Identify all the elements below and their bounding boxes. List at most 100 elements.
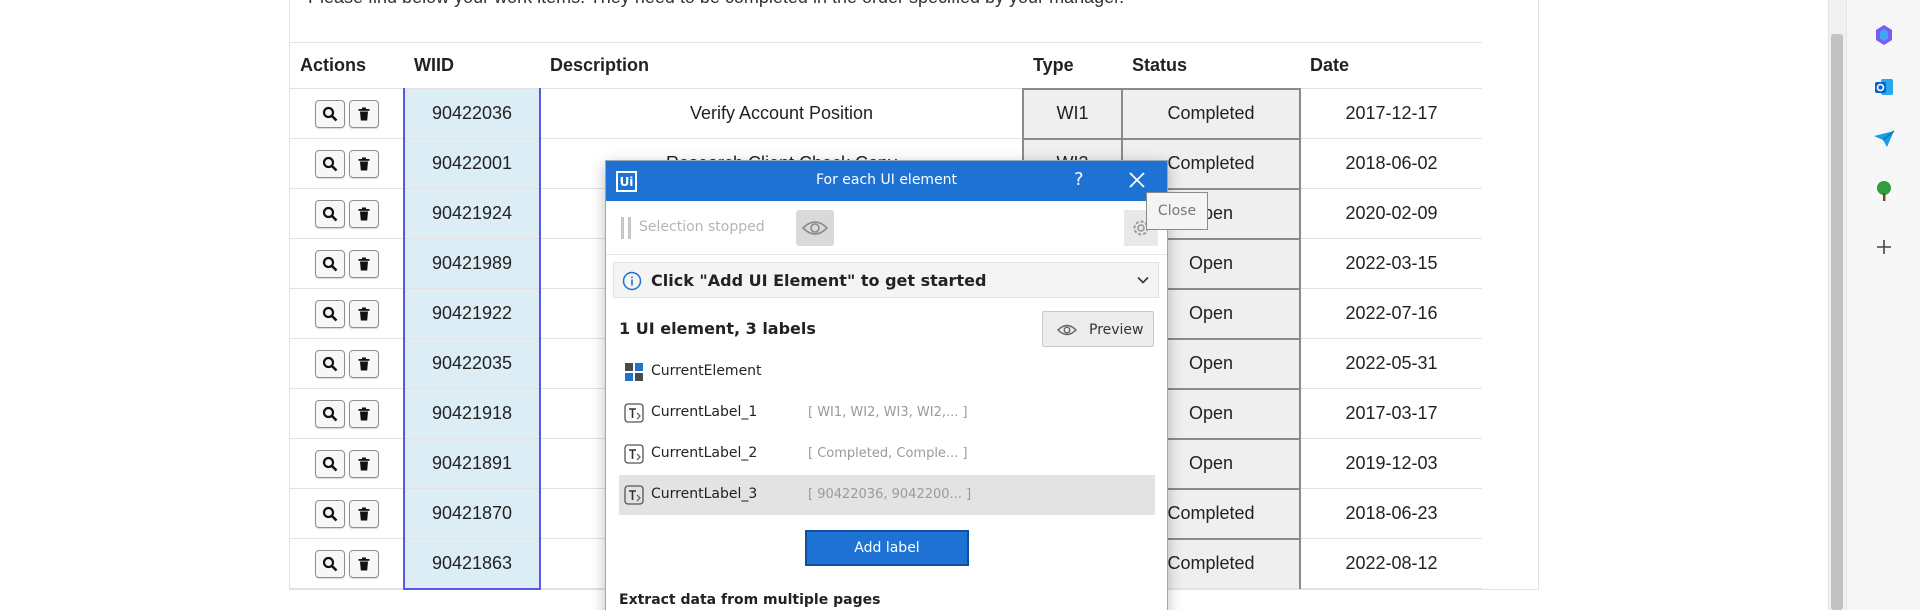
date-cell: 2022-05-31	[1300, 338, 1482, 389]
ui-element-name: CurrentLabel_1	[651, 404, 758, 420]
ui-element-row[interactable]: CurrentLabel_1 [ WI1, WI2, WI3, WI2,... ]	[619, 393, 1155, 433]
outlook-icon[interactable]	[1865, 68, 1903, 106]
delete-button[interactable]	[348, 499, 379, 528]
delete-button[interactable]	[348, 149, 379, 178]
trash-icon	[358, 357, 369, 370]
table-row: 90422036 Verify Account Position WI1 Comple…	[290, 87, 1482, 140]
delete-button[interactable]	[348, 349, 379, 378]
search-icon	[322, 506, 337, 521]
preview-toggle-button[interactable]	[796, 210, 834, 246]
delete-button[interactable]	[348, 299, 379, 328]
copilot-icon[interactable]	[1865, 16, 1903, 54]
table-header-row: Actions WIID Description Type Status Dat…	[290, 42, 1482, 89]
wiid-cell[interactable]: 90422001	[403, 138, 541, 189]
view-button[interactable]	[314, 549, 345, 578]
tree-icon[interactable]	[1865, 172, 1903, 210]
extract-data-heading[interactable]: Extract data from multiple pages	[619, 592, 880, 608]
date-cell: 2018-06-02	[1300, 138, 1482, 189]
wiid-cell[interactable]: 90421922	[403, 288, 541, 339]
send-icon[interactable]	[1865, 120, 1903, 158]
view-button[interactable]	[314, 249, 345, 278]
text-label-icon	[624, 485, 644, 505]
trash-icon	[358, 207, 369, 220]
status-cell: Completed	[1121, 87, 1301, 140]
selection-toolbar: Selection stopped	[606, 201, 1167, 255]
wiid-cell[interactable]: 90421870	[403, 488, 541, 539]
ui-element-values: [ WI1, WI2, WI3, WI2,... ]	[808, 405, 968, 420]
eye-icon	[1057, 324, 1077, 336]
add-icon[interactable]	[1865, 228, 1903, 266]
view-button[interactable]	[314, 499, 345, 528]
actions-cell	[290, 538, 404, 589]
pause-icon[interactable]	[621, 217, 631, 239]
ui-element-name: CurrentElement	[651, 363, 762, 379]
wiid-cell[interactable]: 90421924	[403, 188, 541, 239]
delete-button[interactable]	[348, 249, 379, 278]
date-cell: 2019-12-03	[1300, 438, 1482, 489]
trash-icon	[358, 507, 369, 520]
wiid-cell[interactable]: 90422035	[403, 338, 541, 389]
view-button[interactable]	[314, 149, 345, 178]
preview-button[interactable]: Preview	[1042, 311, 1154, 347]
element-count: 1 UI element, 3 labels	[619, 319, 816, 338]
delete-button[interactable]	[348, 449, 379, 478]
search-icon	[322, 206, 337, 221]
view-button[interactable]	[314, 199, 345, 228]
ui-element-values: [ Completed, Comple... ]	[808, 446, 968, 461]
view-button[interactable]	[314, 299, 345, 328]
search-icon	[322, 556, 337, 571]
trash-icon	[358, 457, 369, 470]
trash-icon	[358, 557, 369, 570]
info-banner[interactable]: Click "Add UI Element" to get started	[613, 262, 1159, 298]
scrollbar-thumb[interactable]	[1831, 34, 1843, 610]
view-button[interactable]	[314, 99, 345, 128]
ui-element-values: [ 90422036, 9042200... ]	[808, 487, 972, 502]
delete-button[interactable]	[348, 399, 379, 428]
close-icon[interactable]	[1126, 169, 1148, 191]
header-type: Type	[1023, 42, 1122, 89]
actions-cell	[290, 488, 404, 539]
intro-text: Please find below your work items. They …	[308, 0, 1124, 8]
view-button[interactable]	[314, 399, 345, 428]
header-wiid: WIID	[404, 42, 540, 89]
ui-element-name: CurrentLabel_3	[651, 486, 758, 502]
view-button[interactable]	[314, 349, 345, 378]
info-message: Click "Add UI Element" to get started	[651, 271, 987, 290]
description-cell: Verify Account Position	[540, 88, 1023, 139]
actions-cell	[290, 288, 404, 339]
browser-sidebar	[1846, 0, 1920, 610]
search-icon	[322, 156, 337, 171]
element-grid-icon	[625, 363, 643, 381]
search-icon	[322, 356, 337, 371]
ui-element-row[interactable]: CurrentLabel_3 [ 90422036, 9042200... ]	[619, 475, 1155, 515]
chevron-down-icon[interactable]	[1136, 273, 1150, 287]
add-label-button[interactable]: Add label	[805, 530, 969, 566]
actions-cell	[290, 388, 404, 439]
ui-element-row[interactable]: CurrentLabel_2 [ Completed, Comple... ]	[619, 434, 1155, 474]
actions-cell	[290, 88, 404, 139]
search-icon	[322, 306, 337, 321]
wiid-cell[interactable]: 90421918	[403, 388, 541, 439]
header-description: Description	[540, 42, 1023, 89]
actions-cell	[290, 438, 404, 489]
actions-cell	[290, 238, 404, 289]
view-button[interactable]	[314, 449, 345, 478]
search-icon	[322, 406, 337, 421]
wiid-cell[interactable]: 90421989	[403, 238, 541, 289]
trash-icon	[358, 307, 369, 320]
wiid-cell[interactable]: 90421891	[403, 438, 541, 489]
selection-status: Selection stopped	[639, 219, 765, 235]
wiid-cell[interactable]: 90422036	[403, 88, 541, 139]
date-cell: 2020-02-09	[1300, 188, 1482, 239]
delete-button[interactable]	[348, 99, 379, 128]
actions-cell	[290, 188, 404, 239]
help-button[interactable]: ?	[1074, 169, 1084, 190]
dialog-title-bar[interactable]: Ui For each UI element ?	[606, 161, 1167, 201]
for-each-ui-element-dialog: Ui For each UI element ? Selection stopp…	[605, 160, 1168, 610]
wiid-cell[interactable]: 90421863	[403, 538, 541, 590]
trash-icon	[358, 257, 369, 270]
delete-button[interactable]	[348, 199, 379, 228]
delete-button[interactable]	[348, 549, 379, 578]
trash-icon	[358, 157, 369, 170]
ui-element-row[interactable]: CurrentElement	[619, 352, 1155, 392]
